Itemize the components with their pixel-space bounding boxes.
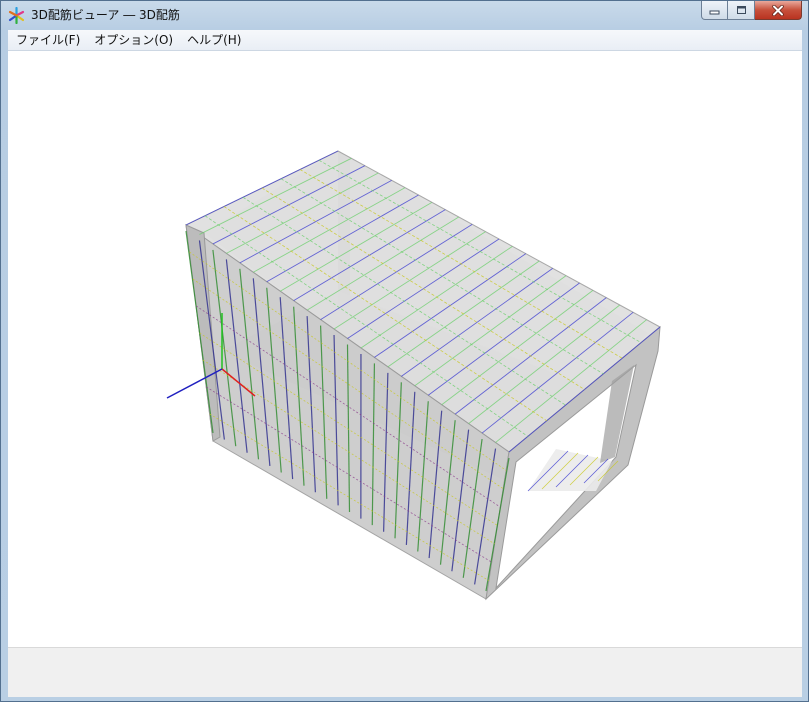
rebar-3d-scene[interactable] — [8, 51, 802, 647]
caption-buttons — [701, 1, 802, 21]
minimize-button[interactable] — [701, 1, 728, 20]
status-bar — [8, 647, 802, 697]
minimize-icon — [709, 10, 720, 14]
app-window: 3D配筋ビューア ― 3D配筋 ファイル(F) オプション(O) ヘルプ(H) — [0, 0, 809, 702]
maximize-icon — [736, 6, 746, 14]
menu-help[interactable]: ヘルプ(H) — [180, 30, 248, 50]
close-icon — [772, 4, 784, 16]
3d-viewport[interactable] — [8, 51, 802, 647]
maximize-button[interactable] — [728, 1, 755, 20]
app-star-icon[interactable] — [8, 7, 25, 24]
title-bar[interactable]: 3D配筋ビューア ― 3D配筋 — [1, 1, 808, 29]
menu-file[interactable]: ファイル(F) — [8, 30, 87, 50]
window-title: 3D配筋ビューア ― 3D配筋 — [31, 8, 180, 22]
menu-options[interactable]: オプション(O) — [87, 30, 180, 50]
close-button[interactable] — [755, 1, 802, 20]
menu-bar: ファイル(F) オプション(O) ヘルプ(H) — [8, 30, 802, 51]
